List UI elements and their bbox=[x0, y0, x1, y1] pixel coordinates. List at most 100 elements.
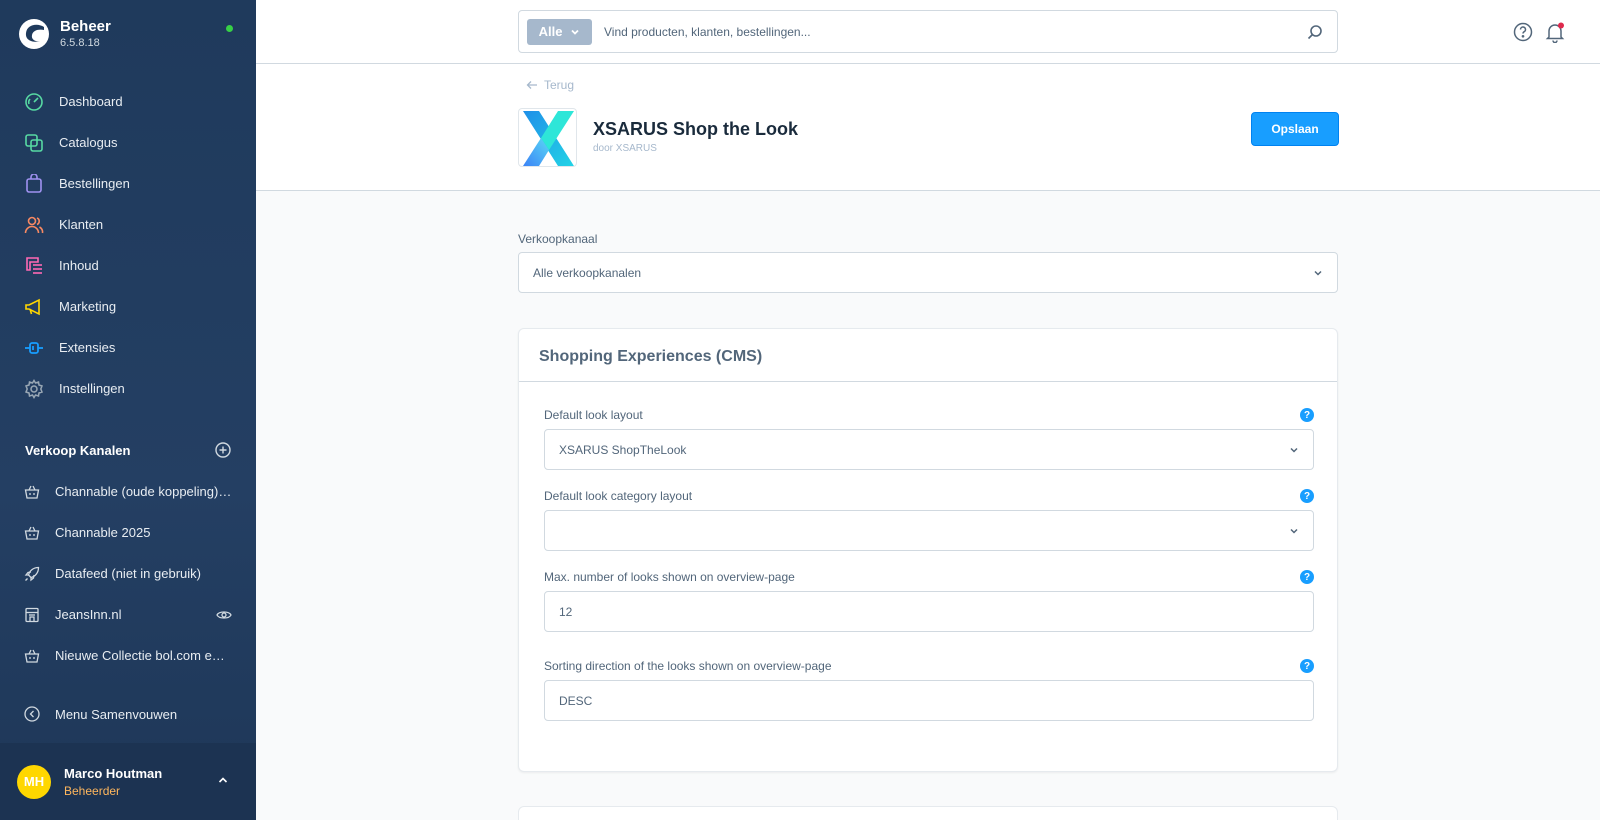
brand-title: Beheer bbox=[60, 18, 111, 35]
sales-channel-label: Channable (oude koppeling) (niet in gebr… bbox=[55, 484, 232, 499]
nav-item-settings[interactable]: Instellingen bbox=[0, 368, 256, 409]
nav-item-dashboard[interactable]: Dashboard bbox=[0, 81, 256, 122]
card-title: Shopping Experiences (CMS) bbox=[539, 348, 763, 365]
nav-label: Klanten bbox=[59, 217, 104, 232]
sales-channel-select-value: Alle verkoopkanalen bbox=[533, 265, 642, 280]
nav-label: Dashboard bbox=[59, 94, 123, 109]
collapse-menu-label: Menu Samenvouwen bbox=[55, 706, 178, 722]
nav-item-extensions[interactable]: Extensies bbox=[0, 327, 256, 368]
top-bar: Alle bbox=[256, 0, 1600, 64]
basket-icon bbox=[24, 649, 40, 663]
sales-channel-item[interactable]: Datafeed (niet in gebruik) bbox=[0, 553, 256, 594]
nav-label: Marketing bbox=[59, 299, 117, 314]
rocket-icon bbox=[24, 566, 40, 581]
sidebar: Beheer 6.5.8.18 Dashboard Catalogus Best… bbox=[0, 0, 256, 820]
max-looks-input[interactable]: 12 bbox=[544, 591, 1314, 632]
main-nav: Dashboard Catalogus Bestellingen Klanten… bbox=[0, 81, 256, 409]
next-card bbox=[518, 806, 1338, 820]
collapse-menu-button[interactable]: Menu Samenvouwen bbox=[24, 706, 177, 722]
add-circle-icon[interactable] bbox=[215, 442, 231, 458]
extension-logo bbox=[518, 108, 577, 167]
storefront-icon bbox=[25, 607, 39, 622]
sales-channels-header: Verkoop Kanalen bbox=[25, 442, 231, 458]
sales-channel-select[interactable]: Alle verkoopkanalen bbox=[518, 252, 1338, 293]
sales-channel-label: Datafeed (niet in gebruik) bbox=[55, 566, 201, 581]
help-tooltip-icon[interactable]: ? bbox=[1300, 489, 1314, 503]
default-look-layout-select[interactable]: XSARUS ShopTheLook bbox=[544, 429, 1314, 470]
help-icon[interactable] bbox=[1513, 22, 1533, 42]
brand[interactable]: Beheer 6.5.8.18 bbox=[18, 18, 111, 50]
search-input[interactable] bbox=[604, 24, 1294, 39]
field-label: Default look category layout bbox=[544, 489, 693, 503]
customers-icon bbox=[24, 216, 44, 233]
nav-item-customers[interactable]: Klanten bbox=[0, 204, 256, 245]
eye-icon[interactable] bbox=[216, 607, 232, 623]
sorting-direction-input[interactable]: DESC bbox=[544, 680, 1314, 721]
sales-channel-list: Channable (oude koppeling) (niet in gebr… bbox=[0, 471, 256, 676]
default-look-category-layout-select[interactable] bbox=[544, 510, 1314, 551]
chevron-up-icon[interactable] bbox=[217, 774, 229, 786]
search-type-dropdown[interactable]: Alle bbox=[527, 18, 592, 45]
nav-label: Extensies bbox=[59, 340, 116, 355]
sales-channel-field-label: Verkoopkanaal bbox=[518, 232, 598, 246]
back-link[interactable]: Terug bbox=[526, 78, 574, 92]
arrow-left-icon bbox=[526, 81, 537, 89]
field-label: Default look layout bbox=[544, 408, 643, 422]
back-label: Terug bbox=[544, 78, 575, 92]
sorting-direction-field: Sorting direction of the looks shown on … bbox=[544, 658, 1314, 721]
nav-item-orders[interactable]: Bestellingen bbox=[0, 163, 256, 204]
sales-channel-item[interactable]: Channable 2025 bbox=[0, 512, 256, 553]
nav-label: Catalogus bbox=[59, 135, 118, 150]
nav-item-catalogue[interactable]: Catalogus bbox=[0, 122, 256, 163]
save-button[interactable]: Opslaan bbox=[1251, 112, 1339, 146]
chevron-down-icon bbox=[1290, 447, 1298, 453]
user-panel[interactable]: MH Marco Houtman Beheerder bbox=[0, 743, 256, 820]
nav-label: Inhoud bbox=[59, 258, 99, 273]
chevron-down-icon bbox=[1290, 528, 1298, 534]
help-tooltip-icon[interactable]: ? bbox=[1300, 659, 1314, 673]
shopware-logo-icon bbox=[19, 19, 49, 49]
card-divider bbox=[519, 381, 1337, 382]
search-icon[interactable] bbox=[1307, 24, 1323, 40]
max-looks-field: Max. number of looks shown on overview-p… bbox=[544, 569, 1314, 632]
sales-channel-label: Channable 2025 bbox=[55, 525, 151, 540]
avatar: MH bbox=[17, 764, 51, 799]
nav-label: Bestellingen bbox=[59, 176, 130, 191]
sales-channel-item[interactable]: Nieuwe Collectie bol.com en Channable bbox=[0, 635, 256, 676]
cms-config-card: Shopping Experiences (CMS) Default look … bbox=[518, 328, 1338, 772]
xsarus-logo-icon bbox=[523, 111, 574, 166]
page-title: XSARUS Shop the Look bbox=[593, 119, 799, 139]
field-label: Max. number of looks shown on overview-p… bbox=[544, 570, 795, 584]
user-name: Marco Houtman bbox=[64, 765, 163, 781]
help-tooltip-icon[interactable]: ? bbox=[1300, 570, 1314, 584]
nav-item-content[interactable]: Inhoud bbox=[0, 245, 256, 286]
search-type-label: Alle bbox=[538, 24, 563, 39]
user-role: Beheerder bbox=[64, 783, 121, 798]
sales-channels-title: Verkoop Kanalen bbox=[25, 442, 131, 458]
settings-icon bbox=[25, 378, 43, 399]
catalogue-icon bbox=[25, 133, 43, 152]
extension-author: door XSARUS bbox=[593, 143, 657, 154]
online-status-dot bbox=[226, 25, 233, 32]
basket-icon bbox=[24, 485, 40, 499]
basket-icon bbox=[24, 526, 40, 540]
chevron-down-icon bbox=[1314, 270, 1322, 276]
nav-item-marketing[interactable]: Marketing bbox=[0, 286, 256, 327]
default-look-layout-field: Default look layout ? XSARUS ShopTheLook bbox=[544, 407, 1314, 470]
sales-channel-item[interactable]: Channable (oude koppeling) (niet in gebr… bbox=[0, 471, 256, 512]
chevron-down-icon bbox=[571, 29, 580, 35]
orders-icon bbox=[26, 173, 42, 193]
chevron-left-circle-icon bbox=[24, 706, 40, 722]
marketing-icon bbox=[25, 298, 40, 315]
dashboard-icon bbox=[25, 92, 43, 111]
notification-bell-icon[interactable] bbox=[1544, 21, 1566, 43]
help-tooltip-icon[interactable]: ? bbox=[1300, 408, 1314, 422]
default-look-category-layout-field: Default look category layout ? bbox=[544, 488, 1314, 551]
content-icon bbox=[26, 256, 42, 274]
sales-channel-item[interactable]: JeansInn.nl bbox=[0, 594, 256, 635]
extensions-icon bbox=[25, 341, 43, 354]
nav-label: Instellingen bbox=[59, 381, 125, 396]
select-value: XSARUS ShopTheLook bbox=[559, 442, 687, 457]
sales-channel-label: JeansInn.nl bbox=[55, 607, 122, 622]
brand-version: 6.5.8.18 bbox=[60, 37, 100, 49]
